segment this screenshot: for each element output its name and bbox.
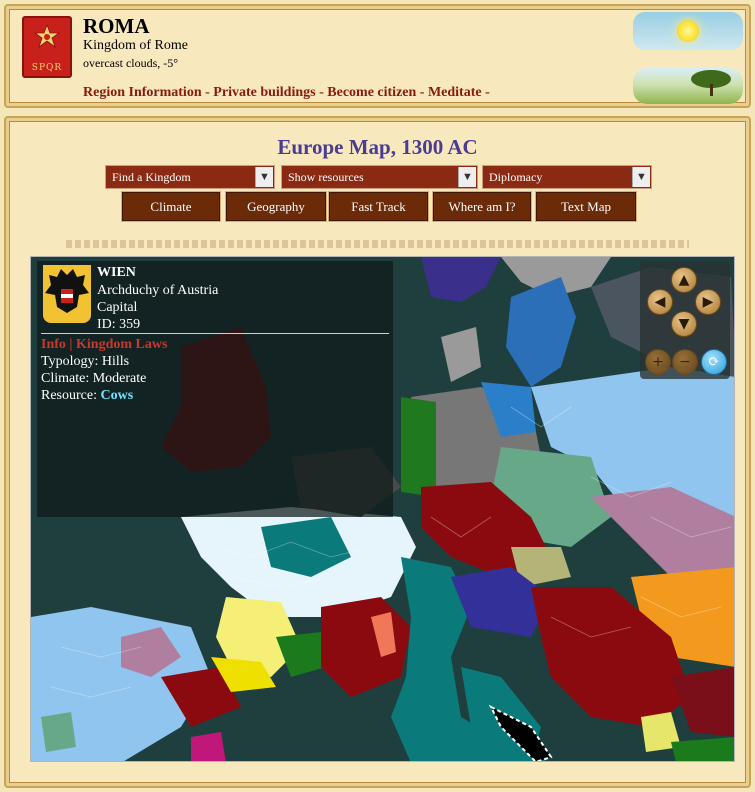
nav-separator: - — [315, 85, 328, 100]
resource-value[interactable]: Cows — [100, 388, 133, 403]
pan-right-icon[interactable]: ▶ — [695, 289, 721, 315]
region-typology: Typology: Hills — [41, 354, 130, 369]
climate-button[interactable]: Climate — [121, 191, 221, 222]
zoom-in-icon[interactable]: + — [645, 349, 671, 375]
logo-text: SPQR — [31, 63, 63, 73]
map-region[interactable] — [191, 732, 226, 762]
coat-of-arms — [43, 265, 91, 323]
chevron-down-icon: ▼ — [255, 167, 273, 187]
pan-left-icon[interactable]: ◀ — [647, 289, 673, 315]
zoom-out-icon[interactable]: − — [672, 349, 698, 375]
region-links: Info | Kingdom Laws — [41, 337, 167, 353]
header: SPQR ROMA Kingdom of Rome overcast cloud… — [4, 4, 751, 108]
chevron-down-icon: ▼ — [458, 167, 476, 187]
region-id: ID: 359 — [97, 317, 141, 332]
kingdom-subtitle: Kingdom of Rome — [83, 38, 188, 53]
geography-button[interactable]: Geography — [225, 191, 327, 222]
find-kingdom-select-label: Find a Kingdom — [112, 170, 191, 184]
region-status: Capital — [97, 300, 138, 315]
region-climate: Climate: Moderate — [41, 371, 147, 386]
nav-region-information[interactable]: Region Information — [83, 85, 202, 100]
show-resources-select[interactable]: Show resources ▼ — [281, 165, 478, 189]
show-resources-select-label: Show resources — [288, 170, 364, 184]
eagle-icon — [33, 23, 61, 49]
pan-up-icon[interactable]: ▲ — [671, 267, 697, 293]
page-header-title: ROMA — [83, 14, 150, 38]
chevron-down-icon: ▼ — [632, 167, 650, 187]
where-am-i-button[interactable]: Where am I? — [432, 191, 532, 222]
nav-become-citizen[interactable]: Become citizen — [327, 85, 416, 100]
nav-meditate[interactable]: Meditate — [428, 85, 482, 100]
nav-separator: - — [416, 85, 428, 100]
map-region[interactable] — [41, 712, 76, 752]
nav-private-buildings[interactable]: Private buildings — [213, 85, 315, 100]
spqr-logo: SPQR — [22, 16, 72, 78]
diplomacy-select[interactable]: Diplomacy ▼ — [482, 165, 652, 189]
sun-icon — [677, 20, 699, 42]
header-nav: Region Information - Private buildings -… — [83, 85, 490, 101]
region-name: WIEN — [97, 265, 136, 280]
nav-separator: - — [201, 85, 214, 100]
resource-label: Resource: — [41, 388, 97, 403]
map-controls: ▲ ◀ ▶ ▼ + − ⟳ — [640, 261, 730, 379]
diplomacy-select-label: Diplomacy — [489, 170, 543, 184]
tree-trunk — [710, 84, 713, 96]
nav-separator: - — [481, 85, 490, 100]
fast-track-button[interactable]: Fast Track — [328, 191, 429, 222]
map-title: Europe Map, 1300 AC — [277, 135, 478, 159]
map-region[interactable] — [401, 397, 436, 497]
divider — [41, 333, 389, 334]
info-link[interactable]: Info — [41, 337, 66, 352]
find-kingdom-select[interactable]: Find a Kingdom ▼ — [105, 165, 275, 189]
pan-down-icon[interactable]: ▼ — [671, 311, 697, 337]
text-map-button[interactable]: Text Map — [535, 191, 637, 222]
region-info-panel: WIEN Archduchy of Austria Capital ID: 35… — [37, 261, 393, 517]
region-kingdom: Archduchy of Austria — [97, 283, 219, 298]
refresh-icon[interactable]: ⟳ — [701, 349, 727, 375]
europe-map[interactable]: WIEN Archduchy of Austria Capital ID: 35… — [30, 256, 735, 762]
double-eagle-icon — [45, 269, 89, 313]
weather-text: overcast clouds, -5° — [83, 56, 179, 70]
link-separator: | — [69, 337, 73, 352]
kingdom-laws-link[interactable]: Kingdom Laws — [76, 337, 167, 352]
ornamental-divider — [66, 240, 689, 248]
main-panel: Europe Map, 1300 AC Find a Kingdom ▼ Sho… — [4, 116, 751, 788]
region-resource: Resource: Cows — [41, 388, 133, 404]
